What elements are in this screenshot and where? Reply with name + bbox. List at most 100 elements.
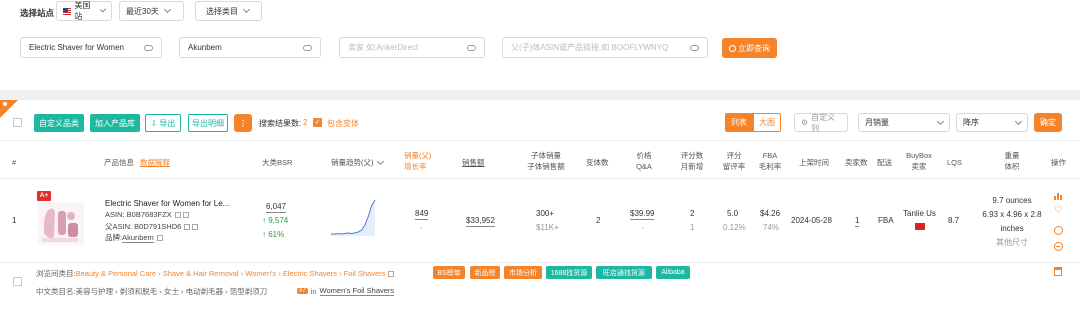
category-path-4[interactable]: Foil Shavers: [344, 269, 386, 278]
tag-market-analysis[interactable]: 市场分析: [504, 266, 542, 279]
hide-icon[interactable]: [1054, 242, 1063, 251]
col-buybox[interactable]: BuyBox 卖家: [902, 150, 936, 172]
price-value[interactable]: $39.99: [630, 208, 655, 220]
rank-category-link[interactable]: Women's Foil Shavers: [319, 286, 395, 296]
tag-wangdian-source[interactable]: 旺店通找货源: [596, 266, 652, 279]
brand-link[interactable]: Akunbem: [122, 233, 154, 243]
revenue-value[interactable]: $33,952: [466, 215, 495, 227]
cloud-upload-icon[interactable]: [303, 44, 312, 51]
col-ratings[interactable]: 评分数 月新增: [678, 150, 706, 172]
sellers-count[interactable]: 1: [855, 215, 860, 227]
period-select[interactable]: 最近30天: [119, 1, 184, 21]
sales-trend-sparkline[interactable]: [329, 196, 377, 236]
category-path-0[interactable]: Beauty & Personal Care: [76, 269, 156, 278]
col-sales[interactable]: 销量(父) 增长率: [404, 150, 440, 172]
external-link-icon[interactable]: [388, 270, 395, 277]
view-list-toggle[interactable]: 列表: [725, 113, 753, 132]
tag-1688-source[interactable]: 1688找货源: [546, 266, 592, 279]
copy-icon[interactable]: [184, 223, 191, 230]
tag-new-list[interactable]: 新品榜: [470, 266, 500, 279]
cloud-upload-icon[interactable]: [690, 44, 699, 51]
bsr-value[interactable]: 6,047: [266, 201, 287, 213]
data-explain-link[interactable]: 数据解释: [140, 157, 170, 168]
sort-order-select[interactable]: 降序: [956, 113, 1028, 132]
col-lqs[interactable]: LQS: [947, 157, 962, 168]
col-revenue[interactable]: 销售额: [462, 157, 485, 168]
asin-input[interactable]: 父(子)体ASIN或产品链接,如 BOOFLYWNYQ: [502, 37, 708, 58]
favorite-heart-icon[interactable]: ♡: [1054, 206, 1063, 216]
weight-volume: 9.7 ounces 6.93 x 4.96 x 2.8 inches 其他尺寸: [970, 194, 1054, 250]
product-image[interactable]: [38, 203, 84, 245]
col-rating[interactable]: 评分 留评率: [722, 150, 746, 172]
more-menu-button[interactable]: ⋮: [234, 114, 252, 132]
parent-asin-value[interactable]: 父ASIN: B0D791SHD6: [105, 221, 181, 232]
chevron-down-icon: [376, 157, 384, 165]
external-link-icon[interactable]: [156, 234, 163, 241]
include-variants-label: 包含变体: [327, 119, 359, 128]
buybox-seller[interactable]: Tanlie Us: [903, 208, 936, 219]
add-to-library-button[interactable]: 加入产品库: [90, 114, 140, 132]
export-detail-button[interactable]: 导出明细: [188, 114, 228, 132]
qa-value: -: [642, 223, 645, 232]
search-icon: [729, 44, 736, 52]
target-icon[interactable]: [1054, 226, 1063, 235]
seller-input[interactable]: 卖家 如:AnkerDirect: [339, 37, 485, 58]
sort-field-select[interactable]: 月销量: [858, 113, 950, 132]
sales-value[interactable]: 849: [415, 208, 429, 220]
tag-alibaba[interactable]: Alibaba: [656, 266, 690, 279]
fulfillment-value: FBA: [878, 216, 894, 225]
calendar-icon[interactable]: [1054, 267, 1062, 276]
col-sales-trend[interactable]: 销量趋势(父): [331, 157, 384, 168]
col-fba[interactable]: FBA 毛利率: [758, 150, 782, 172]
rank-line: #7 in Women's Foil Shavers: [297, 286, 395, 296]
col-launch[interactable]: 上架时间: [799, 157, 829, 168]
cloud-upload-icon[interactable]: [144, 44, 153, 51]
chevron-down-icon: [163, 5, 171, 14]
brand-input[interactable]: Akunbem: [179, 37, 321, 58]
custom-category-button[interactable]: 自定义品类: [34, 114, 84, 132]
query-button[interactable]: 立即查询: [722, 38, 777, 58]
category-path-1[interactable]: Shave & Hair Removal: [163, 269, 239, 278]
china-flag-icon: [915, 223, 925, 230]
cloud-upload-icon[interactable]: [467, 44, 476, 51]
product-title[interactable]: Electric Shaver for Women for Le...: [105, 199, 229, 208]
col-buybox-line2: 卖家: [911, 162, 927, 171]
download-icon: ⇩: [150, 118, 158, 128]
copy-icon[interactable]: [174, 211, 181, 218]
asin-value[interactable]: ASIN: B0B7683FZX: [105, 210, 172, 219]
us-flag-icon: [63, 7, 72, 15]
external-link-icon[interactable]: [192, 223, 199, 230]
category-path-3[interactable]: Electric Shavers: [283, 269, 337, 278]
row-checkbox[interactable]: [13, 277, 22, 286]
col-sales-trend-label: 销量趋势(父): [331, 158, 374, 167]
browse-category-label: 浏览间类目:: [36, 269, 76, 278]
include-variants-checkbox[interactable]: ✓: [313, 118, 322, 127]
col-variants[interactable]: 变体数: [586, 157, 609, 168]
breadcrumb-separator: ›: [238, 269, 246, 278]
col-bsr[interactable]: 大类BSR: [262, 157, 292, 168]
brand-line: 品牌: Akunbem: [105, 232, 163, 243]
col-child-sales[interactable]: 子体销量 子体销售额: [523, 150, 569, 172]
col-weight[interactable]: 重量 体积: [1000, 150, 1024, 172]
col-fulfillment[interactable]: 配送: [877, 157, 892, 168]
tag-bs-list[interactable]: BS榜单: [433, 266, 465, 279]
col-price[interactable]: 价格 Q&A: [632, 150, 656, 172]
col-weight-line1: 重量: [1004, 151, 1020, 160]
col-ratings-line2: 月新增: [680, 162, 704, 171]
col-sales-line2: 增长率: [404, 162, 427, 171]
keyword-input[interactable]: Electric Shaver for Women: [20, 37, 162, 58]
external-link-icon[interactable]: [182, 211, 189, 218]
confirm-button[interactable]: 确定: [1034, 113, 1062, 132]
export-button[interactable]: ⇩ 导出: [145, 114, 181, 132]
category-select[interactable]: 选择类目: [195, 1, 262, 21]
asin-line: ASIN: B0B7683FZX: [105, 210, 189, 219]
custom-columns-button[interactable]: ⚙ 自定义列: [794, 113, 848, 133]
select-all-checkbox[interactable]: [13, 118, 22, 127]
view-grid-toggle[interactable]: 大图: [753, 113, 781, 132]
chart-icon[interactable]: [1054, 192, 1063, 200]
size-type: 其他尺寸: [996, 238, 1028, 247]
col-sellers[interactable]: 卖家数: [845, 157, 868, 168]
category-path-2[interactable]: Women's: [245, 269, 276, 278]
site-select[interactable]: 美国站: [56, 1, 112, 21]
cn-category-label: 中文类目名:: [36, 287, 76, 296]
